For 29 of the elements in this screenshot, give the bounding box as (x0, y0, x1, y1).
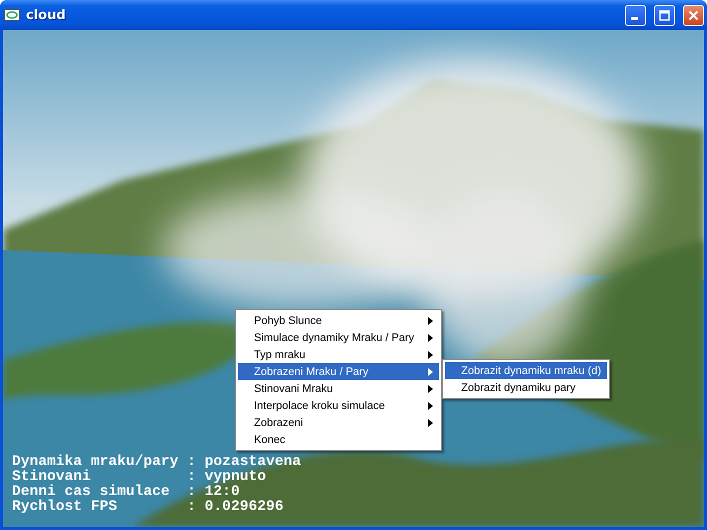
menu-item[interactable]: Interpolace kroku simulace (238, 397, 440, 414)
menu-item[interactable]: Konec (238, 431, 440, 448)
menu-item[interactable]: Zobrazeni (238, 414, 440, 431)
maximize-button[interactable] (654, 4, 675, 26)
window-title: cloud (26, 8, 67, 22)
maximize-icon (659, 10, 670, 20)
submenu-arrow-icon (428, 402, 434, 410)
close-button[interactable] (683, 4, 704, 26)
app-icon (4, 9, 20, 21)
submenu-arrow-icon (428, 384, 434, 392)
status-text: Stinovani : vypnuto (12, 470, 267, 485)
status-text: Dynamika mraku/pary : pozastavena (12, 455, 302, 470)
submenu-arrow-icon (428, 350, 434, 358)
menu-item[interactable]: Typ mraku (238, 346, 440, 363)
submenu-arrow-icon (428, 316, 434, 324)
menu-item[interactable]: Zobrazit dynamiku mraku (d) (445, 362, 608, 379)
menu-item[interactable]: Stinovani Mraku (238, 380, 440, 397)
submenu-arrow-icon (428, 334, 434, 342)
status-text: Rychlost FPS : 0.0296296 (12, 500, 284, 515)
close-icon (688, 10, 699, 20)
minimize-icon (630, 17, 638, 20)
menu-item[interactable]: Pohyb Slunce (238, 312, 440, 329)
submenu-arrow-icon (428, 418, 434, 426)
menu-item[interactable]: Zobrazeni Mraku / Pary (238, 363, 440, 380)
submenu-arrow-icon (428, 368, 434, 376)
minimize-button[interactable] (625, 4, 646, 26)
menu-item[interactable]: Simulace dynamiky Mraku / Pary (238, 329, 440, 346)
menu-item[interactable]: Zobrazit dynamiku pary (445, 379, 608, 396)
status-text: Denni cas simulace : 12:0 (12, 485, 241, 500)
